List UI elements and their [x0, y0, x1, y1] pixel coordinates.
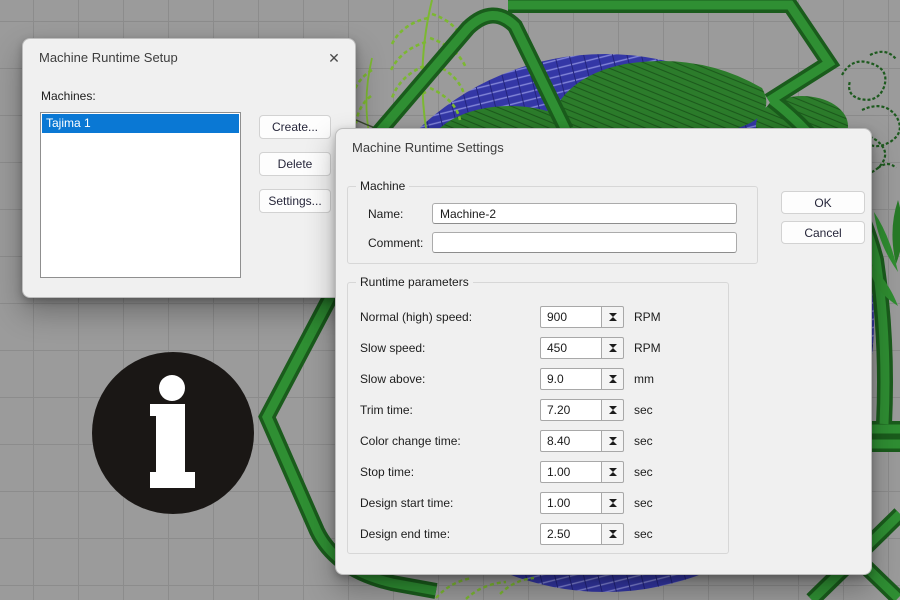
- canvas: Machine Runtime Setup ✕ Machines: Tajima…: [0, 0, 900, 600]
- triangle-down-icon: [609, 406, 617, 424]
- spin-buttons: [601, 492, 624, 514]
- runtime-param-row: Normal (high) speed: RPM: [348, 301, 728, 332]
- spin-buttons: [601, 368, 624, 390]
- param-spinner: [540, 492, 625, 514]
- param-value-input[interactable]: [540, 306, 602, 328]
- close-icon[interactable]: ✕: [323, 47, 345, 69]
- machine-runtime-settings-dialog: Machine Runtime Settings Machine Name: C…: [335, 128, 872, 575]
- triangle-down-icon: [609, 313, 617, 331]
- param-spinner: [540, 461, 625, 483]
- machine-group: Machine Name: Comment:: [347, 186, 758, 264]
- param-unit: sec: [634, 465, 653, 479]
- param-spinner: [540, 368, 625, 390]
- spin-down-button[interactable]: [609, 441, 617, 455]
- param-label: Trim time:: [360, 403, 540, 417]
- spin-buttons: [601, 306, 624, 328]
- param-label: Design start time:: [360, 496, 540, 510]
- machine-runtime-setup-dialog: Machine Runtime Setup ✕ Machines: Tajima…: [22, 38, 356, 298]
- spin-down-button[interactable]: [609, 534, 617, 548]
- comment-label: Comment:: [368, 236, 423, 250]
- triangle-down-icon: [609, 468, 617, 486]
- spin-buttons: [601, 461, 624, 483]
- spin-down-button[interactable]: [609, 348, 617, 362]
- param-label: Stop time:: [360, 465, 540, 479]
- machines-listbox[interactable]: Tajima 1: [40, 112, 241, 278]
- param-spinner: [540, 337, 625, 359]
- comment-field[interactable]: [432, 232, 737, 253]
- delete-button[interactable]: Delete: [259, 152, 331, 176]
- spin-buttons: [601, 337, 624, 359]
- triangle-down-icon: [609, 437, 617, 455]
- param-unit: sec: [634, 403, 653, 417]
- info-icon: [92, 352, 254, 514]
- runtime-param-row: Design end time: sec: [348, 518, 728, 549]
- spin-buttons: [601, 523, 624, 545]
- triangle-down-icon: [609, 530, 617, 548]
- create-button[interactable]: Create...: [259, 115, 331, 139]
- param-spinner: [540, 306, 625, 328]
- runtime-parameters-group: Runtime parameters Normal (high) speed: …: [347, 282, 729, 554]
- param-unit: mm: [634, 372, 654, 386]
- param-label: Slow above:: [360, 372, 540, 386]
- runtime-param-row: Color change time: sec: [348, 425, 728, 456]
- param-unit: sec: [634, 527, 653, 541]
- param-value-input[interactable]: [540, 461, 602, 483]
- param-label: Color change time:: [360, 434, 540, 448]
- runtime-param-row: Stop time: sec: [348, 456, 728, 487]
- spin-buttons: [601, 399, 624, 421]
- param-spinner: [540, 399, 625, 421]
- param-value-input[interactable]: [540, 492, 602, 514]
- param-unit: RPM: [634, 341, 661, 355]
- param-value-input[interactable]: [540, 523, 602, 545]
- param-value-input[interactable]: [540, 368, 602, 390]
- param-label: Normal (high) speed:: [360, 310, 540, 324]
- machine-list-item[interactable]: Tajima 1: [42, 114, 239, 133]
- param-unit: sec: [634, 496, 653, 510]
- param-value-input[interactable]: [540, 430, 602, 452]
- machines-label: Machines:: [41, 89, 96, 103]
- runtime-param-row: Slow above: mm: [348, 363, 728, 394]
- param-label: Slow speed:: [360, 341, 540, 355]
- name-field[interactable]: [432, 203, 737, 224]
- spin-down-button[interactable]: [609, 472, 617, 486]
- machine-group-label: Machine: [356, 179, 409, 193]
- param-spinner: [540, 523, 625, 545]
- runtime-param-row: Trim time: sec: [348, 394, 728, 425]
- cancel-button[interactable]: Cancel: [781, 221, 865, 244]
- spin-down-button[interactable]: [609, 410, 617, 424]
- param-spinner: [540, 430, 625, 452]
- dialog-title: Machine Runtime Settings: [352, 140, 504, 155]
- runtime-param-row: Design start time: sec: [348, 487, 728, 518]
- name-label: Name:: [368, 207, 403, 221]
- spin-down-button[interactable]: [609, 379, 617, 393]
- spin-buttons: [601, 430, 624, 452]
- info-glyph: [92, 352, 254, 514]
- runtime-group-label: Runtime parameters: [356, 275, 473, 289]
- fern-bottom-graphic: [436, 578, 534, 599]
- param-label: Design end time:: [360, 527, 540, 541]
- param-unit: sec: [634, 434, 653, 448]
- spin-down-button[interactable]: [609, 317, 617, 331]
- param-unit: RPM: [634, 310, 661, 324]
- param-value-input[interactable]: [540, 399, 602, 421]
- runtime-param-row: Slow speed: RPM: [348, 332, 728, 363]
- runtime-rows: Normal (high) speed: RPM Slow speed: RPM…: [348, 301, 728, 549]
- triangle-down-icon: [609, 375, 617, 393]
- triangle-down-icon: [609, 499, 617, 517]
- triangle-down-icon: [609, 344, 617, 362]
- spin-down-button[interactable]: [609, 503, 617, 517]
- param-value-input[interactable]: [540, 337, 602, 359]
- dialog-title: Machine Runtime Setup: [39, 50, 178, 65]
- settings-button[interactable]: Settings...: [259, 189, 331, 213]
- ok-button[interactable]: OK: [781, 191, 865, 214]
